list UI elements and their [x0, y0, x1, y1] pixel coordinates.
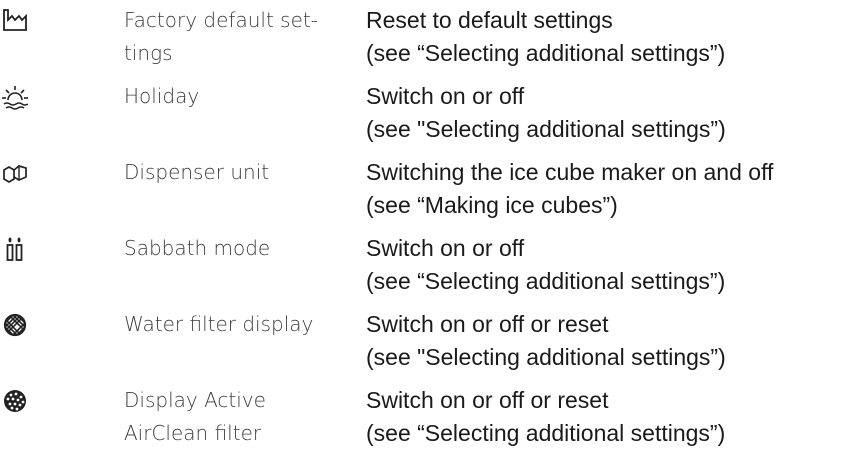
factory-icon [2, 8, 28, 34]
description-line: Switch on or off or reset [366, 311, 609, 337]
ice-cubes-icon [2, 160, 28, 186]
setting-description: Switching the ice cube maker on and off … [366, 156, 846, 222]
setting-description: Switch on or off or reset (see "Selectin… [366, 308, 846, 374]
setting-name: Factory default set- tings [124, 8, 318, 65]
description-line: Switching the ice cube maker on and off [366, 159, 774, 185]
description-line: Switch on or off or reset [366, 387, 609, 413]
setting-name: Display Active AirClean filter [124, 388, 266, 445]
setting-name: Dispenser unit [124, 160, 270, 184]
airclean-filter-icon [2, 388, 28, 414]
setting-description: Switch on or off (see "Selecting additio… [366, 80, 846, 146]
description-reference: (see “Making ice cubes”) [366, 192, 618, 218]
setting-description: Reset to default settings (see “Selectin… [366, 4, 846, 70]
holiday-sun-icon [2, 84, 28, 110]
description-reference: (see “Selecting additional settings”) [366, 268, 726, 294]
sabbath-candles-icon [2, 236, 28, 262]
setting-name: Water filter display [124, 312, 314, 336]
description-reference: (see “Selecting additional settings”) [366, 40, 726, 66]
setting-description: Switch on or off (see “Selecting additio… [366, 232, 846, 298]
description-reference: (see "Selecting additional settings”) [366, 344, 726, 370]
setting-description: Switch on or off or reset (see “Selectin… [366, 384, 846, 450]
description-line: Switch on or off [366, 83, 525, 109]
settings-table: Factory default set- tings Reset to defa… [0, 0, 856, 458]
description-reference: (see "Selecting additional settings”) [366, 116, 726, 142]
water-filter-icon [2, 312, 28, 338]
setting-name: Holiday [124, 84, 200, 108]
setting-name: Sabbath mode [124, 236, 271, 260]
description-line: Reset to default settings [366, 7, 613, 33]
description-reference: (see “Selecting additional settings”) [366, 420, 726, 446]
description-line: Switch on or off [366, 235, 525, 261]
